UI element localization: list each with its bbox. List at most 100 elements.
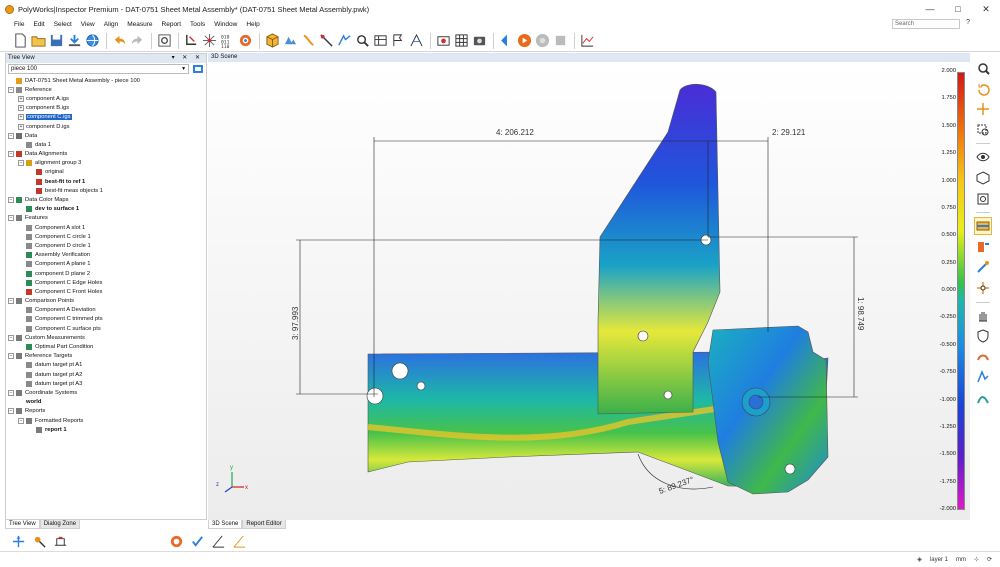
hand-icon[interactable]	[974, 307, 992, 325]
probe-icon[interactable]	[183, 33, 199, 49]
collapse-icon[interactable]: −	[8, 215, 14, 222]
tab-tree-view[interactable]: Tree View	[5, 520, 40, 529]
tree-item[interactable]: − Data Color Maps	[6, 195, 206, 204]
table-icon[interactable]	[453, 33, 469, 49]
dimension-icon[interactable]	[974, 348, 992, 366]
probe-small-icon[interactable]	[31, 533, 47, 549]
cube-view-icon[interactable]	[974, 169, 992, 187]
tree-item[interactable]: world	[6, 398, 206, 407]
tree-item[interactable]: Component C Edge Holes	[6, 278, 206, 287]
tree-item[interactable]: Component C trimmed pts	[6, 315, 206, 324]
collapse-icon[interactable]: −	[18, 160, 24, 167]
gauge-icon[interactable]	[52, 533, 68, 549]
tree-item[interactable]: − Reference Targets	[6, 352, 206, 361]
tree-item[interactable]: Component A Deviation	[6, 306, 206, 315]
shield-icon[interactable]	[974, 327, 992, 345]
undo-icon[interactable]	[111, 33, 127, 49]
collapse-icon[interactable]: −	[8, 197, 14, 204]
tree-item[interactable]: best-fit meas objects 1	[6, 186, 206, 195]
tree-item[interactable]: data 1	[6, 140, 206, 149]
minimize-button[interactable]: —	[916, 0, 944, 18]
color-map-icon[interactable]	[974, 217, 992, 236]
report-tool-icon[interactable]	[974, 389, 992, 407]
target-icon[interactable]	[237, 33, 253, 49]
expand-icon[interactable]: +	[18, 114, 24, 121]
tab-dialog-zone[interactable]: Dialog Zone	[39, 520, 81, 529]
probe-tool-icon[interactable]	[974, 258, 992, 276]
eye-icon[interactable]	[974, 148, 992, 166]
play-icon[interactable]	[516, 33, 532, 49]
tree-item[interactable]: − Data Alignments	[6, 150, 206, 159]
angle-icon[interactable]	[210, 533, 226, 549]
maximize-button[interactable]: □	[944, 0, 972, 18]
tree-item[interactable]: datum target pt A3	[6, 379, 206, 388]
panel-controls[interactable]: ▾ ✕ ✕	[172, 54, 203, 63]
help-icon[interactable]: ?	[966, 19, 970, 26]
tree-item[interactable]: original	[6, 168, 206, 177]
measure-icon[interactable]	[318, 33, 334, 49]
report-icon[interactable]	[408, 33, 424, 49]
search-input[interactable]: Search	[892, 19, 960, 29]
menu-file[interactable]: File	[14, 21, 24, 28]
prev-icon[interactable]	[498, 33, 514, 49]
tree-item[interactable]: report 1	[6, 425, 206, 434]
tab-3d-scene[interactable]: 3D Scene	[208, 520, 243, 529]
zoom-window-icon[interactable]	[974, 121, 992, 139]
measure-tool-icon[interactable]	[974, 368, 992, 386]
tree-item[interactable]: − Reports	[6, 407, 206, 416]
tree-item[interactable]: Optimal Part Condition	[6, 342, 206, 351]
feature-icon[interactable]	[300, 33, 316, 49]
tree-item[interactable]: component D plane 2	[6, 269, 206, 278]
collapse-icon[interactable]: −	[8, 132, 14, 139]
tree-item[interactable]: DAT-0751 Sheet Metal Assembly - piece 10…	[6, 76, 206, 85]
stop-icon[interactable]	[552, 33, 568, 49]
tree-item[interactable]: − Reference	[6, 85, 206, 94]
close-button[interactable]: ✕	[972, 0, 1000, 18]
tree-item[interactable]: − Data	[6, 131, 206, 140]
compass-icon[interactable]	[974, 279, 992, 297]
expand-icon[interactable]: +	[18, 123, 24, 130]
new-icon[interactable]	[12, 33, 28, 49]
menu-report[interactable]: Report	[162, 21, 182, 28]
collapse-icon[interactable]: −	[8, 86, 14, 93]
collapse-icon[interactable]: −	[8, 389, 14, 396]
rotate-icon[interactable]	[974, 80, 992, 98]
tree-item[interactable]: + component A.igs	[6, 94, 206, 103]
target-small-icon[interactable]	[168, 533, 184, 549]
tree-item[interactable]: datum target pt A1	[6, 361, 206, 370]
tree-item[interactable]: + component B.igs	[6, 104, 206, 113]
settings-view-icon[interactable]	[974, 190, 992, 208]
layer-select[interactable]: layer 1	[930, 557, 948, 563]
tree-item[interactable]: − Formatted Reports	[6, 416, 206, 425]
menu-select[interactable]: Select	[54, 21, 72, 28]
import-icon[interactable]	[66, 33, 82, 49]
units-select[interactable]: mm	[956, 557, 966, 563]
menu-help[interactable]: Help	[246, 21, 259, 28]
sync-icon[interactable]: ⟳	[987, 556, 992, 563]
piece-manager-icon[interactable]	[192, 64, 204, 74]
scene-viewport[interactable]: 4: 206.212 2: 29.121 3: 97.993 1: 98.749…	[208, 62, 970, 520]
check-icon[interactable]	[189, 533, 205, 549]
tree-item[interactable]: Component A plane 1	[6, 260, 206, 269]
save-icon[interactable]	[48, 33, 64, 49]
zoom-search-icon[interactable]	[354, 33, 370, 49]
angle-alt-icon[interactable]	[231, 533, 247, 549]
binary-icon[interactable]: 010 011 110	[219, 33, 235, 49]
align-icon[interactable]	[282, 33, 298, 49]
tree-item[interactable]: best-fit to ref 1	[6, 177, 206, 186]
tree-item[interactable]: − Comparison Points	[6, 297, 206, 306]
expand-icon[interactable]: +	[18, 105, 24, 112]
tree-item[interactable]: Assembly Verification	[6, 251, 206, 260]
open-icon[interactable]	[30, 33, 46, 49]
cube-icon[interactable]	[264, 33, 280, 49]
snap-icon[interactable]: ⊹	[974, 556, 979, 563]
collapse-icon[interactable]: −	[8, 298, 14, 305]
tree-item[interactable]: Component D circle 1	[6, 241, 206, 250]
record-icon[interactable]	[534, 33, 550, 49]
collapse-icon[interactable]: −	[8, 353, 14, 360]
tree-item[interactable]: + component D.igs	[6, 122, 206, 131]
collapse-icon[interactable]: −	[8, 151, 14, 158]
piece-select[interactable]: piece 100 ▼	[8, 64, 190, 74]
menu-view[interactable]: View	[81, 21, 95, 28]
tree-item[interactable]: + component C.igs	[6, 113, 206, 122]
